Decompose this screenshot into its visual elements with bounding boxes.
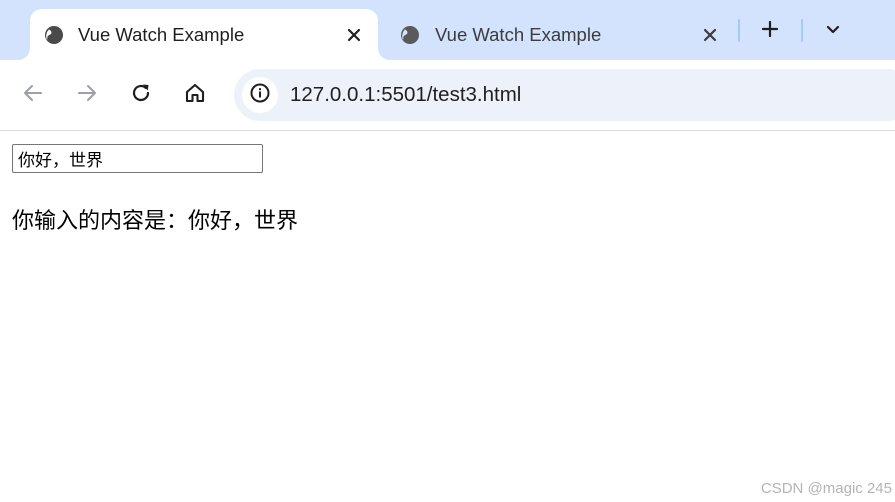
forward-button[interactable]: [73, 81, 101, 109]
arrow-left-icon: [21, 81, 45, 109]
page-content: 你输入的内容是：你好，世界 CSDN @magic 245: [0, 131, 895, 502]
tab-active[interactable]: Vue Watch Example: [30, 9, 378, 60]
reload-button[interactable]: [127, 81, 155, 109]
close-icon[interactable]: [700, 25, 720, 45]
plus-icon: [761, 20, 779, 42]
home-icon: [183, 81, 207, 109]
browser-window: Vue Watch Example Vue Watch Example 127.…: [0, 0, 895, 502]
tab-strip: Vue Watch Example Vue Watch Example: [0, 0, 895, 60]
tab-separator: [801, 19, 803, 42]
globe-icon: [400, 25, 420, 45]
tab-search-button[interactable]: [820, 18, 846, 44]
info-icon: [249, 82, 271, 108]
chevron-down-icon: [825, 21, 841, 41]
toolbar: 127.0.0.1:5501/test3.html: [0, 60, 895, 131]
globe-icon: [44, 25, 64, 45]
tab-title: Vue Watch Example: [78, 23, 245, 45]
new-tab-button[interactable]: [757, 18, 783, 44]
tab-separator: [738, 19, 740, 42]
address-bar[interactable]: 127.0.0.1:5501/test3.html: [234, 69, 895, 121]
back-button[interactable]: [19, 81, 47, 109]
reload-icon: [129, 81, 153, 109]
url-text[interactable]: 127.0.0.1:5501/test3.html: [290, 83, 521, 107]
tab-title: Vue Watch Example: [435, 23, 602, 45]
home-button[interactable]: [181, 81, 209, 109]
arrow-right-icon: [75, 81, 99, 109]
output-text: 你输入的内容是：你好，世界: [12, 209, 299, 234]
close-icon[interactable]: [344, 25, 364, 45]
tab-inactive[interactable]: Vue Watch Example: [388, 9, 728, 60]
message-input[interactable]: [12, 144, 263, 173]
site-info-button[interactable]: [242, 77, 278, 113]
watermark: CSDN @magic 245: [760, 480, 892, 497]
